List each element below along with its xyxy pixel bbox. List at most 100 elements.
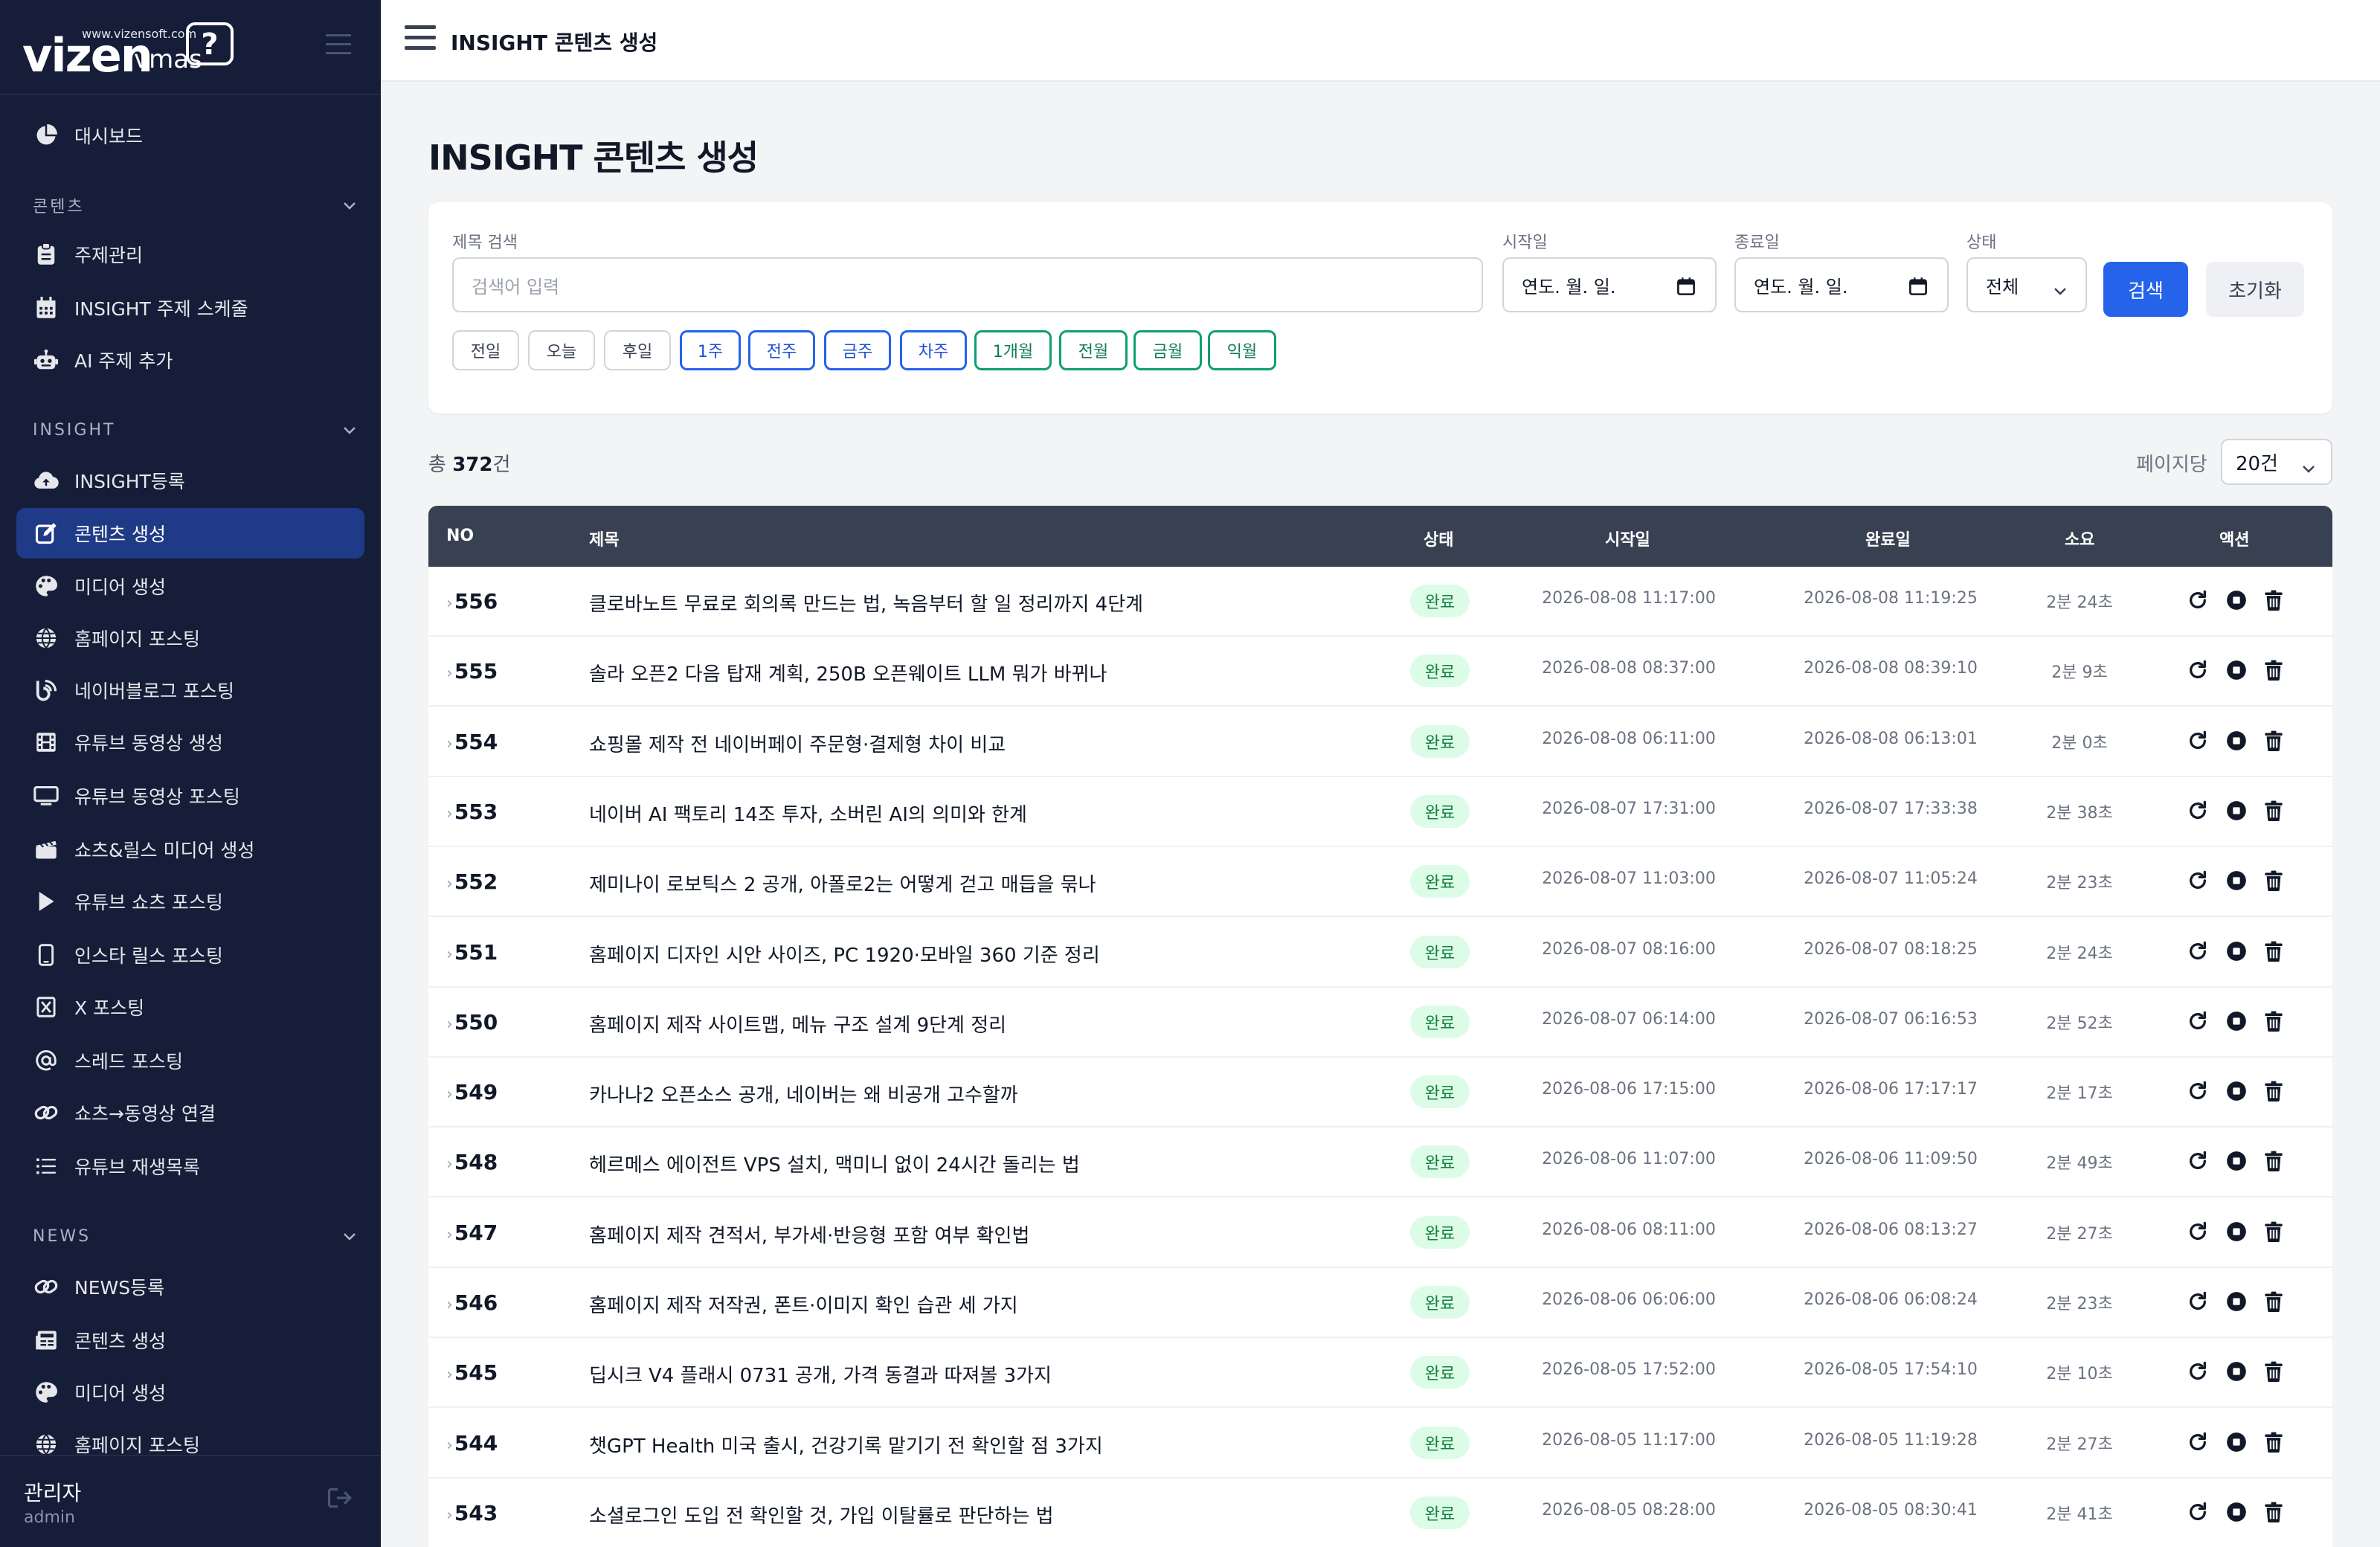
table-row[interactable]: ›555 솔라 오픈2 다음 탑재 계획, 250B 오픈웨이트 LLM 뭐가 바… <box>428 637 2332 707</box>
stop-icon[interactable] <box>2224 1289 2249 1314</box>
chevron-right-icon[interactable]: › <box>446 1296 453 1314</box>
chevron-right-icon[interactable]: › <box>446 805 453 823</box>
table-row[interactable]: ›543 소셜로그인 도입 전 확인할 것, 가입 이탈률로 판단하는 법 완료 20… <box>428 1479 2332 1547</box>
stop-icon[interactable] <box>2224 728 2249 753</box>
sidebar-section-news[interactable]: NEWS <box>33 1221 357 1251</box>
table-row[interactable]: ›553 네이버 AI 팩토리 14조 투자, 소버린 AI의 의미와 한계 완료 2… <box>428 777 2332 847</box>
table-row[interactable]: ›552 제미나이 로보틱스 2 공개, 아폴로2는 어떻게 걷고 매듭을 묶나 완… <box>428 847 2332 918</box>
trash-icon[interactable] <box>2261 1359 2286 1384</box>
sidebar-item-dashboard[interactable]: 대시보드 <box>16 110 364 161</box>
trash-icon[interactable] <box>2261 1148 2286 1174</box>
chevron-right-icon[interactable]: › <box>446 735 453 753</box>
chip-this-month[interactable]: 금월 <box>1133 330 1202 370</box>
chip-this-week[interactable]: 금주 <box>824 330 891 370</box>
brand-logo[interactable]: vizen www.vizensoft.com vmas ? <box>0 0 381 95</box>
col-duration[interactable]: 소요 <box>2065 527 2094 550</box>
row-title[interactable]: 딥시크 V4 플래시 0731 공개, 가격 동결과 따져볼 3가지 <box>589 1360 1052 1388</box>
stop-icon[interactable] <box>2224 1499 2249 1525</box>
col-start[interactable]: 시작일 <box>1605 527 1650 550</box>
sidebar-item-youtube-video-create[interactable]: 유튜브 동영상 생성 <box>16 717 364 768</box>
table-row[interactable]: ›556 클로바노트 무료로 회의록 만드는 법, 녹음부터 할 일 정리까지 4… <box>428 567 2332 637</box>
col-no[interactable]: NO <box>446 527 474 545</box>
chevron-right-icon[interactable]: › <box>446 1085 453 1104</box>
row-title[interactable]: 챗GPT Health 미국 출시, 건강기록 맡기기 전 확인할 점 3가지 <box>589 1431 1103 1458</box>
sidebar-item-news-register[interactable]: NEWS등록 <box>16 1261 364 1312</box>
stop-icon[interactable] <box>2224 939 2249 964</box>
sidebar-section-content[interactable]: 콘텐츠 <box>33 190 357 220</box>
sidebar-item-youtube-playlist[interactable]: 유튜브 재생목록 <box>16 1141 364 1191</box>
row-title[interactable]: 클로바노트 무료로 회의록 만드는 법, 녹음부터 할 일 정리까지 4단계 <box>589 589 1143 617</box>
trash-icon[interactable] <box>2261 798 2286 823</box>
sidebar-item-insight-register[interactable]: INSIGHT등록 <box>16 455 364 506</box>
row-title[interactable]: 제미나이 로보틱스 2 공개, 아폴로2는 어떻게 걷고 매듭을 묶나 <box>589 869 1096 897</box>
row-title[interactable]: 홈페이지 제작 사이트맵, 메뉴 구조 설계 9단계 정리 <box>589 1010 1006 1038</box>
chip-prev-month[interactable]: 전월 <box>1059 330 1128 370</box>
chip-prev-week[interactable]: 전주 <box>748 330 815 370</box>
sidebar-item-topics[interactable]: 주제관리 <box>16 229 364 280</box>
sidebar-collapse-icon[interactable] <box>326 34 351 57</box>
chip-prev-day[interactable]: 전일 <box>452 330 519 370</box>
chip-1-week[interactable]: 1주 <box>680 330 741 370</box>
refresh-icon[interactable] <box>2185 1499 2210 1525</box>
sidebar-item-shorts-reels-media[interactable]: 쇼츠&릴스 미디어 생성 <box>16 824 364 875</box>
table-row[interactable]: ›550 홈페이지 제작 사이트맵, 메뉴 구조 설계 9단계 정리 완료 2026-… <box>428 988 2332 1058</box>
chevron-right-icon[interactable]: › <box>446 1015 453 1034</box>
chevron-right-icon[interactable]: › <box>446 1436 453 1455</box>
refresh-icon[interactable] <box>2185 1078 2210 1104</box>
logout-icon[interactable] <box>327 1486 354 1513</box>
sidebar-item-news-media-create[interactable]: 미디어 생성 <box>16 1367 364 1418</box>
refresh-icon[interactable] <box>2185 1289 2210 1314</box>
sidebar-item-naver-blog-post[interactable]: 네이버블로그 포스팅 <box>16 665 364 715</box>
chevron-right-icon[interactable]: › <box>446 664 453 683</box>
sidebar-item-media-create[interactable]: 미디어 생성 <box>16 561 364 611</box>
stop-icon[interactable] <box>2224 1219 2249 1244</box>
table-row[interactable]: ›549 카나나2 오픈소스 공개, 네이버는 왜 비공개 고수할까 완료 2026-… <box>428 1058 2332 1128</box>
end-date-input[interactable]: 연도. 월. 일. <box>1734 257 1949 312</box>
trash-icon[interactable] <box>2261 1078 2286 1104</box>
table-row[interactable]: ›546 홈페이지 제작 저작권, 폰트·이미지 확인 습관 세 가지 완료 2026… <box>428 1268 2332 1338</box>
trash-icon[interactable] <box>2261 588 2286 613</box>
chevron-right-icon[interactable]: › <box>446 1366 453 1384</box>
reset-button[interactable]: 초기화 <box>2206 262 2304 317</box>
table-row[interactable]: ›554 쇼핑몰 제작 전 네이버페이 주문형·결제형 차이 비교 완료 2026-0… <box>428 707 2332 777</box>
row-title[interactable]: 헤르메스 에이전트 VPS 설치, 맥미니 없이 24시간 돌리는 법 <box>589 1150 1080 1177</box>
stop-icon[interactable] <box>2224 868 2249 893</box>
sidebar-item-insta-reels-post[interactable]: 인스타 릴스 포스팅 <box>16 930 364 980</box>
perpage-select[interactable]: 20건 <box>2221 439 2332 485</box>
calendar-icon[interactable] <box>1676 277 1696 300</box>
stop-icon[interactable] <box>2224 657 2249 683</box>
sidebar-section-insight[interactable]: INSIGHT <box>33 415 357 445</box>
trash-icon[interactable] <box>2261 1009 2286 1034</box>
calendar-icon[interactable] <box>1908 277 1928 300</box>
refresh-icon[interactable] <box>2185 868 2210 893</box>
refresh-icon[interactable] <box>2185 1359 2210 1384</box>
trash-icon[interactable] <box>2261 868 2286 893</box>
table-row[interactable]: ›547 홈페이지 제작 견적서, 부가세·반응형 포함 여부 확인법 완료 2026… <box>428 1198 2332 1268</box>
trash-icon[interactable] <box>2261 728 2286 753</box>
chevron-right-icon[interactable]: › <box>446 1226 453 1244</box>
table-row[interactable]: ›545 딥시크 V4 플래시 0731 공개, 가격 동결과 따져볼 3가지 완료… <box>428 1338 2332 1409</box>
row-title[interactable]: 홈페이지 제작 견적서, 부가세·반응형 포함 여부 확인법 <box>589 1220 1029 1248</box>
chevron-right-icon[interactable]: › <box>446 945 453 964</box>
row-title[interactable]: 솔라 오픈2 다음 탑재 계획, 250B 오픈웨이트 LLM 뭐가 바뀌나 <box>589 659 1107 686</box>
row-title[interactable]: 홈페이지 디자인 시안 사이즈, PC 1920·모바일 360 기준 정리 <box>589 940 1100 968</box>
refresh-icon[interactable] <box>2185 1148 2210 1174</box>
chip-1-month[interactable]: 1개월 <box>974 330 1052 370</box>
chevron-right-icon[interactable]: › <box>446 875 453 893</box>
col-status[interactable]: 상태 <box>1424 527 1453 550</box>
chip-next-month[interactable]: 익월 <box>1208 330 1276 370</box>
trash-icon[interactable] <box>2261 939 2286 964</box>
stop-icon[interactable] <box>2224 1148 2249 1174</box>
table-row[interactable]: ›551 홈페이지 디자인 시안 사이즈, PC 1920·모바일 360 기준 … <box>428 918 2332 988</box>
chip-next-week[interactable]: 차주 <box>900 330 967 370</box>
stop-icon[interactable] <box>2224 1429 2249 1455</box>
table-row[interactable]: ›548 헤르메스 에이전트 VPS 설치, 맥미니 없이 24시간 돌리는 법 완… <box>428 1128 2332 1198</box>
sidebar-item-x-post[interactable]: X 포스팅 <box>16 982 364 1032</box>
refresh-icon[interactable] <box>2185 1219 2210 1244</box>
refresh-icon[interactable] <box>2185 728 2210 753</box>
chevron-right-icon[interactable]: › <box>446 594 453 613</box>
row-title[interactable]: 카나나2 오픈소스 공개, 네이버는 왜 비공개 고수할까 <box>589 1080 1018 1107</box>
menu-icon[interactable] <box>405 25 436 57</box>
search-button[interactable]: 검색 <box>2103 262 2188 317</box>
sidebar-item-content-create[interactable]: 콘텐츠 생성 <box>16 508 364 559</box>
